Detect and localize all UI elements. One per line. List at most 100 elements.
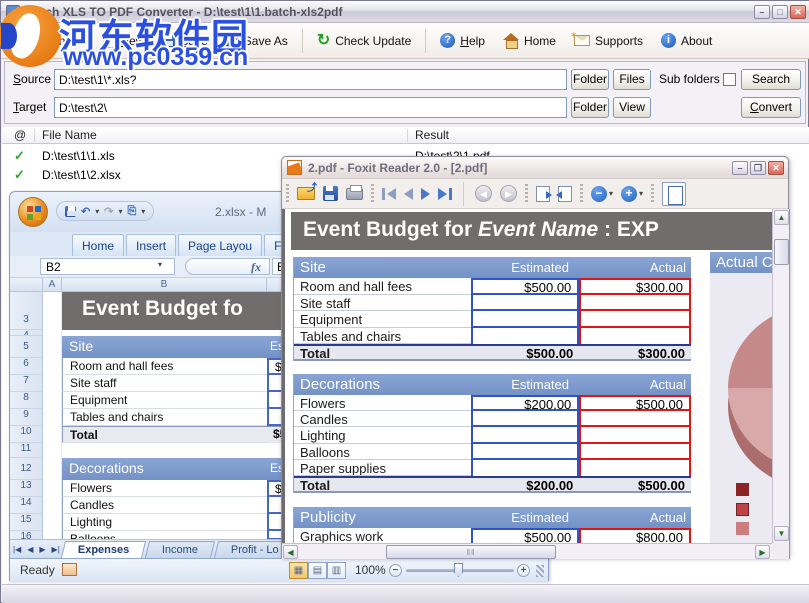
sub-folders-checkbox[interactable]	[723, 73, 736, 86]
supports-button[interactable]: Supports	[567, 30, 650, 52]
foxit-close-button[interactable]: ✕	[768, 161, 784, 175]
column-header-b[interactable]: B	[62, 278, 267, 292]
prev-page-button[interactable]	[404, 188, 413, 200]
ribbon-tab-home[interactable]: Home	[72, 234, 124, 256]
budget-row: Lighting	[294, 427, 691, 443]
source-label: Source	[13, 72, 51, 86]
foxit-window-title: 2.pdf - Foxit Reader 2.0 - [2.pdf]	[308, 161, 487, 175]
foxit-restore-button[interactable]: ❐	[750, 161, 766, 175]
file-path: D:\test\1\2.xlsx	[42, 168, 121, 182]
minimize-button[interactable]: –	[754, 5, 770, 19]
publicity-section-header: Publicity Estimated Actual	[294, 507, 691, 528]
page-layout-view-button[interactable]: ▤	[308, 562, 327, 579]
zoom-in-dropdown-icon[interactable]: ▾	[639, 189, 643, 198]
fx-icon[interactable]: fx	[185, 258, 270, 275]
horizontal-scroll-thumb[interactable]: ‖‖	[386, 545, 556, 559]
close-button[interactable]: ✕	[790, 5, 806, 19]
target-folder-button[interactable]: Folder	[571, 97, 609, 118]
check-update-button[interactable]: ↻ Check Update	[310, 30, 418, 52]
zoom-level[interactable]: 100%	[355, 563, 386, 577]
sheet-tab-income[interactable]: Income	[145, 541, 215, 558]
scroll-down-icon[interactable]: ▼	[774, 526, 789, 541]
last-sheet-icon[interactable]: ▶|	[52, 545, 60, 554]
paste-icon[interactable]: ⎘	[127, 205, 136, 218]
zoom-in-icon: +	[621, 186, 637, 202]
pdf-view-area: Event Budget for Event Name : EXP Site E…	[282, 209, 790, 559]
zoom-in-button[interactable]: +	[517, 564, 530, 577]
next-view-page-icon[interactable]	[536, 186, 550, 202]
column-header-a[interactable]: A	[43, 278, 62, 292]
target-input[interactable]	[54, 97, 567, 118]
file-name-column-header[interactable]: File Name	[42, 128, 97, 142]
pdf-budget-title: Event Budget for Event Name : EXP	[291, 212, 772, 250]
zoom-out-icon: −	[591, 186, 607, 202]
redo-icon[interactable]: ↷	[104, 205, 113, 218]
normal-view-button[interactable]: ▦	[289, 562, 308, 579]
vertical-scroll-thumb[interactable]	[774, 239, 789, 265]
maximize-button[interactable]: □	[772, 5, 788, 19]
next-sheet-icon[interactable]: ▶	[39, 545, 45, 554]
foxit-app-icon	[287, 160, 302, 175]
home-button[interactable]: Home	[496, 30, 563, 52]
budget-row: Paper supplies	[294, 460, 691, 476]
excel-window-title: 2.xlsx - M	[215, 205, 266, 219]
zoom-out-dropdown-icon[interactable]: ▾	[609, 189, 613, 198]
zoom-slider-thumb[interactable]	[454, 563, 463, 577]
help-button[interactable]: ? Help	[433, 29, 492, 52]
forward-view-button[interactable]: ▶	[500, 185, 517, 202]
about-button[interactable]: i About	[654, 29, 719, 52]
single-page-view-button[interactable]	[662, 182, 686, 206]
page-break-view-button[interactable]: ▥	[327, 562, 346, 579]
budget-row: Site staff	[294, 295, 691, 312]
source-folder-button[interactable]: Folder	[571, 69, 609, 90]
convert-button[interactable]: Convert	[741, 97, 801, 118]
resize-grip[interactable]	[536, 565, 544, 577]
publicity-section: Publicity Estimated Actual Graphics work…	[293, 507, 691, 543]
vertical-scrollbar[interactable]: ▲ ▼	[772, 209, 789, 543]
pdf-page[interactable]: Event Budget for Event Name : EXP Site E…	[282, 209, 772, 543]
status-column-header[interactable]: @	[14, 128, 26, 142]
name-box[interactable]: B2	[40, 258, 175, 275]
undo-icon[interactable]: ↶	[81, 205, 90, 218]
source-input[interactable]	[54, 69, 567, 90]
ribbon-tab-insert[interactable]: Insert	[126, 234, 176, 256]
qat-save-icon[interactable]	[65, 206, 76, 217]
result-column-header[interactable]: Result	[415, 128, 449, 142]
first-page-button[interactable]	[382, 188, 396, 200]
office-button[interactable]	[18, 197, 48, 227]
macro-record-icon[interactable]	[62, 563, 77, 576]
foxit-minimize-button[interactable]: –	[732, 161, 748, 175]
watermark-site-url: www.pc0359.cn	[63, 43, 248, 72]
budget-row: Balloons	[294, 444, 691, 460]
search-button[interactable]: Search	[741, 69, 801, 90]
prev-sheet-icon[interactable]: ◀	[27, 545, 33, 554]
budget-row: Graphics work $500.00 $800.00	[294, 528, 691, 543]
next-page-button[interactable]	[421, 188, 430, 200]
zoom-out-button[interactable]: −	[389, 564, 402, 577]
source-files-button[interactable]: Files	[613, 69, 651, 90]
open-button[interactable]	[297, 187, 315, 200]
scroll-right-icon[interactable]: ▶	[755, 545, 770, 559]
first-sheet-icon[interactable]: |◀	[13, 545, 21, 554]
site-total-row: Total $500.00 $300.00	[294, 344, 691, 361]
file-path: D:\test\1\1.xls	[42, 149, 115, 163]
zoom-in-button[interactable]: +▾	[621, 186, 643, 202]
target-view-button[interactable]: View	[613, 97, 651, 118]
foxit-window: 2.pdf - Foxit Reader 2.0 - [2.pdf] – ❐ ✕…	[281, 156, 789, 558]
back-view-button[interactable]: ◀	[475, 185, 492, 202]
print-button[interactable]	[346, 188, 363, 200]
scroll-up-icon[interactable]: ▲	[774, 210, 789, 225]
last-page-button[interactable]	[438, 188, 452, 200]
zoom-out-button[interactable]: −▾	[591, 186, 613, 202]
prev-view-page-icon[interactable]	[558, 186, 572, 202]
scroll-left-icon[interactable]: ◀	[283, 545, 298, 559]
qat-more-icon[interactable]: ▾	[141, 207, 145, 216]
save-button[interactable]	[323, 186, 338, 201]
name-box-dropdown-icon[interactable]: ▾	[158, 260, 162, 269]
ribbon-tab-page-layout[interactable]: Page Layou	[178, 234, 262, 256]
redo-dropdown-icon[interactable]: ▾	[118, 207, 122, 216]
undo-dropdown-icon[interactable]: ▾	[95, 207, 99, 216]
select-all-corner[interactable]	[10, 278, 43, 292]
horizontal-scrollbar[interactable]: ◀ ‖‖ ▶	[282, 543, 772, 559]
sheet-tab-expenses[interactable]: Expenses	[61, 541, 147, 558]
